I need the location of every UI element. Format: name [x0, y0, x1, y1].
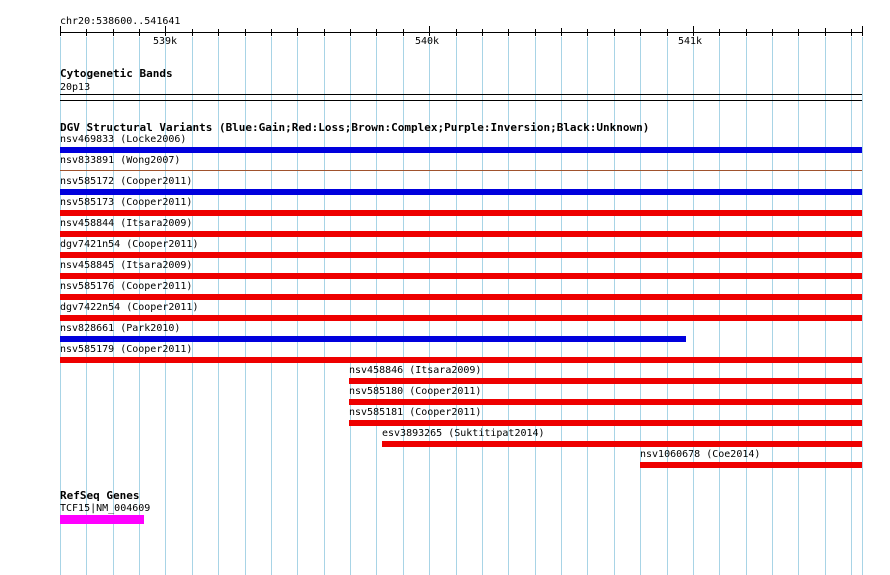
- ruler-axis: [60, 32, 862, 33]
- cytoband-label: 20p13: [60, 82, 91, 93]
- variant-bar[interactable]: [60, 231, 862, 237]
- variant-label[interactable]: nsv458846 (Itsara2009): [349, 365, 481, 376]
- variant-label[interactable]: nsv585181 (Cooper2011): [349, 407, 481, 418]
- variant-label[interactable]: nsv585180 (Cooper2011): [349, 386, 481, 397]
- variant-bar[interactable]: [60, 170, 862, 171]
- variant-label[interactable]: nsv1060678 (Coe2014): [640, 449, 760, 460]
- variant-bar[interactable]: [60, 147, 862, 153]
- variant-label[interactable]: nsv469833 (Locke2006): [60, 134, 186, 145]
- variant-label[interactable]: nsv458845 (Itsara2009): [60, 260, 192, 271]
- region-label: chr20:538600..541641: [60, 16, 181, 27]
- variant-label[interactable]: nsv585179 (Cooper2011): [60, 344, 192, 355]
- variant-bar[interactable]: [640, 462, 862, 468]
- variant-bar[interactable]: [60, 294, 862, 300]
- variant-label[interactable]: nsv585176 (Cooper2011): [60, 281, 192, 292]
- variant-bar[interactable]: [60, 210, 862, 216]
- variant-label[interactable]: nsv458844 (Itsara2009): [60, 218, 192, 229]
- cytoband-track-title[interactable]: Cytogenetic Bands: [60, 68, 173, 80]
- variant-bar[interactable]: [60, 252, 862, 258]
- variant-bar[interactable]: [60, 357, 862, 363]
- variant-bar[interactable]: [349, 420, 862, 426]
- variant-label[interactable]: nsv828661 (Park2010): [60, 323, 180, 334]
- variant-label[interactable]: dgv7421n54 (Cooper2011): [60, 239, 198, 250]
- variant-label[interactable]: nsv833891 (Wong2007): [60, 155, 180, 166]
- variant-bar[interactable]: [60, 336, 686, 342]
- variant-bar[interactable]: [60, 189, 862, 195]
- cytoband-bar-bottom: [60, 100, 862, 101]
- dgv-track-title[interactable]: DGV Structural Variants (Blue:Gain;Red:L…: [60, 122, 649, 134]
- ruler-tick-label: 539k: [153, 36, 178, 47]
- variant-label[interactable]: nsv585172 (Cooper2011): [60, 176, 192, 187]
- cytoband-bar-top: [60, 94, 862, 95]
- ruler-tick-label: 541k: [678, 36, 703, 47]
- variant-label[interactable]: esv3893265 (Suktitipat2014): [382, 428, 545, 439]
- variant-label[interactable]: nsv585173 (Cooper2011): [60, 197, 192, 208]
- ruler-tick-label: 540k: [415, 36, 440, 47]
- variant-label[interactable]: dgv7422n54 (Cooper2011): [60, 302, 198, 313]
- variant-bar[interactable]: [382, 441, 862, 447]
- variant-bar[interactable]: [349, 399, 862, 405]
- refseq-track-title[interactable]: RefSeq Genes: [60, 490, 139, 502]
- gene-label[interactable]: TCF15|NM_004609: [60, 503, 150, 514]
- variant-bar[interactable]: [60, 315, 862, 321]
- variant-bar[interactable]: [60, 273, 862, 279]
- gene-bar[interactable]: [60, 515, 144, 524]
- variant-bar[interactable]: [349, 378, 862, 384]
